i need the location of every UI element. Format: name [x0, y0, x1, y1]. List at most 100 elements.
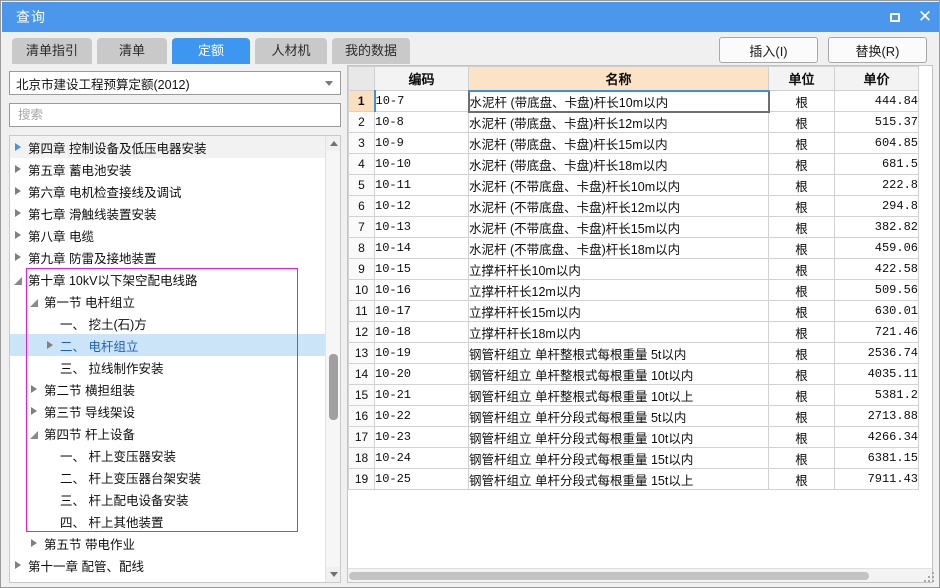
- cell-code[interactable]: 10-13: [374, 216, 469, 238]
- resize-grip-icon[interactable]: [924, 572, 936, 584]
- chevron-down-icon[interactable]: [10, 268, 26, 290]
- cell-price[interactable]: 7911.43: [834, 468, 919, 490]
- column-header-code[interactable]: 编码: [374, 66, 469, 91]
- cell-price[interactable]: 4035.11: [834, 363, 919, 385]
- cell-unit[interactable]: 根: [768, 384, 835, 406]
- cell-code[interactable]: 10-14: [374, 237, 469, 259]
- tree-node[interactable]: 第四节 杆上设备: [10, 422, 325, 444]
- cell-name[interactable]: 钢管杆组立 单杆整根式每根重量 5t以内: [468, 342, 769, 364]
- cell-code[interactable]: 10-8: [374, 111, 469, 133]
- cell-code[interactable]: 10-7: [374, 90, 469, 112]
- cell-price[interactable]: 604.85: [834, 132, 919, 154]
- table-row[interactable]: 6 10-12 水泥杆 (不带底盘、卡盘)杆长12m以内根 294.8: [348, 195, 919, 217]
- tree-node[interactable]: 四、 杆上其他装置: [10, 510, 325, 532]
- column-header-unit[interactable]: 单位: [768, 66, 835, 91]
- cell-unit[interactable]: 根: [768, 405, 835, 427]
- chevron-right-icon[interactable]: [10, 202, 26, 224]
- cell-name[interactable]: 钢管杆组立 单杆分段式每根重量 5t以内: [468, 405, 769, 427]
- cell-rownum[interactable]: 18: [348, 447, 375, 469]
- cell-unit[interactable]: 根: [768, 195, 835, 217]
- column-header-rownum[interactable]: [348, 66, 375, 91]
- tree-node[interactable]: 二、 杆上变压器台架安装: [10, 466, 325, 488]
- tree-node[interactable]: 第七章 滑触线装置安装: [10, 202, 325, 224]
- chevron-right-icon[interactable]: [10, 554, 26, 576]
- cell-rownum[interactable]: 13: [348, 342, 375, 364]
- tree-node[interactable]: 第三节 导线架设: [10, 400, 325, 422]
- cell-unit[interactable]: 根: [768, 300, 835, 322]
- chevron-right-icon[interactable]: [26, 532, 42, 554]
- table-row[interactable]: 11 10-17 立撑杆杆长15m以内根 630.01: [348, 300, 919, 322]
- table-row[interactable]: 19 10-25 钢管杆组立 单杆分段式每根重量 15t以上根 7911.43: [348, 468, 919, 490]
- replace-button[interactable]: 替换(R): [828, 37, 927, 63]
- cell-name[interactable]: 钢管杆组立 单杆整根式每根重量 10t以上: [468, 384, 769, 406]
- cell-unit[interactable]: 根: [768, 237, 835, 259]
- cell-code[interactable]: 10-10: [374, 153, 469, 175]
- cell-price[interactable]: 509.56: [834, 279, 919, 301]
- maximize-icon[interactable]: [880, 2, 910, 32]
- cell-name[interactable]: 水泥杆 (带底盘、卡盘)杆长18m以内: [468, 153, 769, 175]
- chevron-right-icon[interactable]: [42, 334, 58, 356]
- cell-unit[interactable]: 根: [768, 426, 835, 448]
- table-row[interactable]: 10 10-16 立撑杆杆长12m以内根 509.56: [348, 279, 919, 301]
- cell-name[interactable]: 水泥杆 (不带底盘、卡盘)杆长18m以内: [468, 237, 769, 259]
- library-select[interactable]: 北京市建设工程预算定额(2012): [9, 71, 341, 95]
- cell-name[interactable]: 水泥杆 (带底盘、卡盘)杆长15m以内: [468, 132, 769, 154]
- cell-unit[interactable]: 根: [768, 153, 835, 175]
- cell-unit[interactable]: 根: [768, 342, 835, 364]
- tree-node[interactable]: 第八章 电缆: [10, 224, 325, 246]
- cell-unit[interactable]: 根: [768, 258, 835, 280]
- cell-unit[interactable]: 根: [768, 132, 835, 154]
- cell-code[interactable]: 10-22: [374, 405, 469, 427]
- chevron-right-icon[interactable]: [26, 378, 42, 400]
- cell-code[interactable]: 10-23: [374, 426, 469, 448]
- tab-0[interactable]: 清单指引: [12, 38, 92, 64]
- table-row[interactable]: 9 10-15 立撑杆杆长10m以内根 422.58: [348, 258, 919, 280]
- table-row[interactable]: 2 10-8 水泥杆 (带底盘、卡盘)杆长12m以内根 515.37: [348, 111, 919, 133]
- tree-node[interactable]: 一、 挖土(石)方: [10, 312, 325, 334]
- cell-unit[interactable]: 根: [768, 468, 835, 490]
- cell-unit[interactable]: 根: [768, 174, 835, 196]
- cell-rownum[interactable]: 2: [348, 111, 375, 133]
- cell-code[interactable]: 10-19: [374, 342, 469, 364]
- cell-rownum[interactable]: 17: [348, 426, 375, 448]
- cell-unit[interactable]: 根: [768, 447, 835, 469]
- chevron-right-icon[interactable]: [26, 400, 42, 422]
- cell-rownum[interactable]: 6: [348, 195, 375, 217]
- chevron-right-icon[interactable]: [10, 158, 26, 180]
- cell-name[interactable]: 水泥杆 (带底盘、卡盘)杆长12m以内: [468, 111, 769, 133]
- cell-unit[interactable]: 根: [768, 363, 835, 385]
- table-row[interactable]: 13 10-19 钢管杆组立 单杆整根式每根重量 5t以内根 2536.74: [348, 342, 919, 364]
- chevron-right-icon[interactable]: [10, 224, 26, 246]
- tree-node[interactable]: 第五节 带电作业: [10, 532, 325, 554]
- tree-scroll-thumb[interactable]: [329, 354, 338, 420]
- cell-code[interactable]: 10-9: [374, 132, 469, 154]
- table-horizontal-scrollbar[interactable]: [348, 568, 932, 582]
- cell-name[interactable]: 钢管杆组立 单杆整根式每根重量 10t以内: [468, 363, 769, 385]
- cell-price[interactable]: 515.37: [834, 111, 919, 133]
- cell-name[interactable]: 水泥杆 (不带底盘、卡盘)杆长12m以内: [468, 195, 769, 217]
- table-row[interactable]: 14 10-20 钢管杆组立 单杆整根式每根重量 10t以内根 4035.11: [348, 363, 919, 385]
- tree-node[interactable]: 第二节 横担组装: [10, 378, 325, 400]
- cell-rownum[interactable]: 12: [348, 321, 375, 343]
- chevron-down-icon[interactable]: [26, 422, 42, 444]
- cell-name[interactable]: 立撑杆杆长18m以内: [468, 321, 769, 343]
- search-box[interactable]: [9, 103, 341, 127]
- cell-price[interactable]: 459.06: [834, 237, 919, 259]
- column-header-name[interactable]: 名称: [468, 66, 769, 92]
- cell-unit[interactable]: 根: [768, 321, 835, 343]
- cell-name[interactable]: 立撑杆杆长10m以内: [468, 258, 769, 280]
- table-row[interactable]: 17 10-23 钢管杆组立 单杆分段式每根重量 10t以内根 4266.34: [348, 426, 919, 448]
- cell-name[interactable]: 钢管杆组立 单杆分段式每根重量 15t以上: [468, 468, 769, 490]
- cell-price[interactable]: 2536.74: [834, 342, 919, 364]
- cell-price[interactable]: 721.46: [834, 321, 919, 343]
- cell-code[interactable]: 10-17: [374, 300, 469, 322]
- tree-node[interactable]: 一、 杆上变压器安装: [10, 444, 325, 466]
- tree-node[interactable]: 二、 电杆组立: [10, 334, 325, 356]
- cell-rownum[interactable]: 14: [348, 363, 375, 385]
- search-input[interactable]: [16, 107, 320, 123]
- cell-name[interactable]: 钢管杆组立 单杆分段式每根重量 10t以内: [468, 426, 769, 448]
- cell-rownum[interactable]: 15: [348, 384, 375, 406]
- cell-code[interactable]: 10-25: [374, 468, 469, 490]
- table-row[interactable]: 15 10-21 钢管杆组立 单杆整根式每根重量 10t以上根 5381.2: [348, 384, 919, 406]
- chevron-right-icon[interactable]: [10, 246, 26, 268]
